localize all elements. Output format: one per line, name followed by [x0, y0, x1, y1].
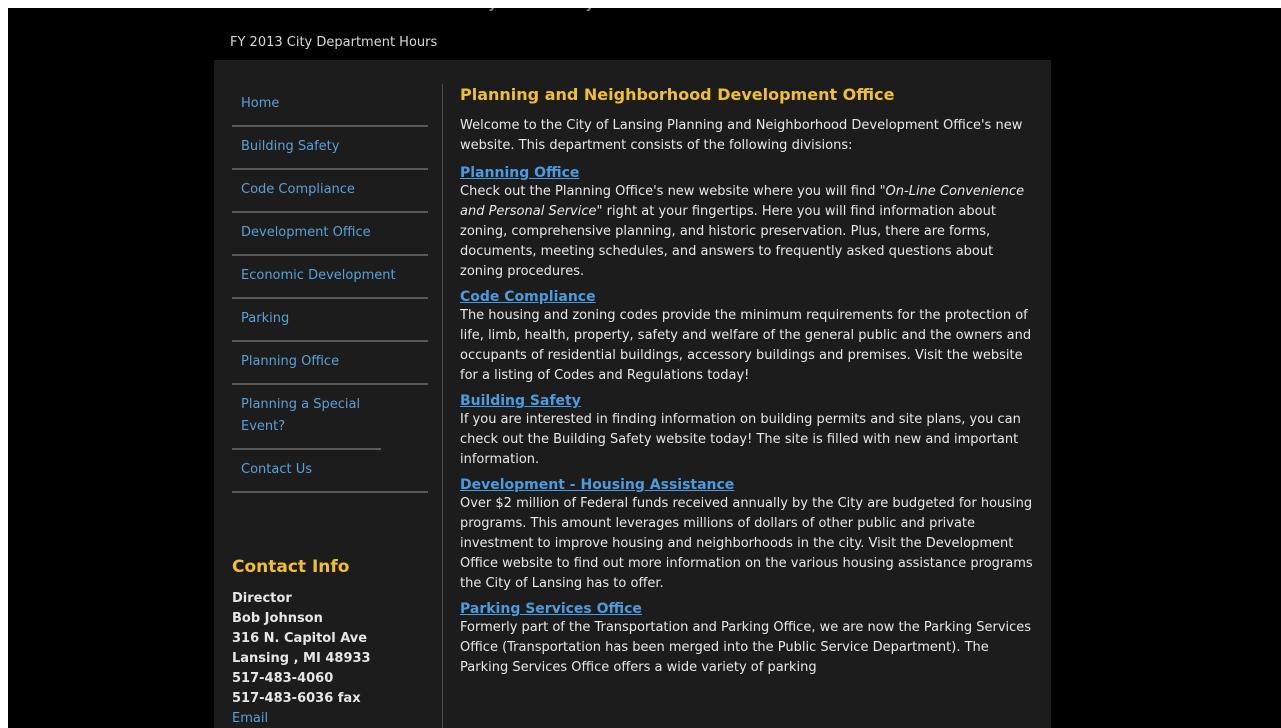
section-body-text: Check out the Planning Office's new webs… — [460, 184, 880, 199]
section-body-parking-services: Formerly part of the Transportation and … — [460, 620, 1032, 675]
contact-heading: Contact Info — [232, 557, 350, 577]
sidebar-item-parking[interactable]: Parking — [232, 299, 428, 342]
sidebar-item-planning-office[interactable]: Planning Office — [232, 342, 428, 385]
topnav-visit[interactable]: Visit — [643, 8, 723, 17]
section-link-planning-office[interactable]: Planning Office — [460, 164, 1035, 182]
topnav-live[interactable]: Live — [310, 8, 375, 17]
section-link-parking-services[interactable]: Parking Services Office — [460, 600, 1035, 618]
contact-phone: 517-483-4060 — [232, 671, 334, 686]
section-body-code-compliance: The housing and zoning codes provide the… — [460, 308, 1032, 383]
section-link-development-housing[interactable]: Development - Housing Assistance — [460, 476, 1035, 494]
browser-viewport: Home Live Work City Hall Play Visit Inve… — [8, 8, 1281, 728]
sidebar-item-development-office[interactable]: Development Office — [232, 213, 428, 256]
page-title: Planning and Neighborhood Development Of… — [460, 85, 895, 104]
section-link-code-compliance[interactable]: Code Compliance — [460, 288, 1035, 306]
topnav-city-hall[interactable]: City Hall — [468, 8, 563, 17]
topnav-work[interactable]: Work — [375, 8, 468, 17]
column-divider — [442, 84, 443, 728]
sidebar-item-economic-development[interactable]: Economic Development — [232, 256, 428, 299]
contact-title: Director — [232, 591, 292, 606]
top-navigation: Home Live Work City Hall Play Visit Inve… — [230, 8, 857, 17]
contact-address-line1: 316 N. Capitol Ave — [232, 631, 368, 646]
main-content: Planning and Neighborhood Development Of… — [460, 84, 1035, 684]
sidebar-item-home[interactable]: Home — [232, 84, 428, 127]
sidebar-item-contact-us[interactable]: Contact Us — [232, 450, 428, 493]
contact-address-line2: Lansing , MI 48933 — [232, 651, 371, 666]
topnav-news[interactable]: News — [797, 8, 857, 17]
topnav-play[interactable]: Play — [563, 8, 643, 17]
content-panel: Home Building Safety Code Compliance Dev… — [214, 60, 1051, 728]
section-body-building-safety: If you are interested in finding informa… — [460, 412, 1021, 467]
topnav-home[interactable]: Home — [230, 8, 310, 17]
section-link-building-safety[interactable]: Building Safety — [460, 392, 1035, 410]
contact-email-link[interactable]: Email — [232, 709, 428, 728]
contact-info: Contact Info Director Bob Johnson 316 N.… — [232, 557, 428, 728]
section-body-planning-office: Check out the Planning Office's new webs… — [460, 182, 1035, 282]
contact-name: Bob Johnson — [232, 611, 323, 626]
contact-fax: 517-483-6036 fax — [232, 691, 361, 706]
topnav-invest[interactable]: Invest — [723, 8, 797, 17]
intro-text: Welcome to the City of Lansing Planning … — [460, 118, 1023, 153]
breadcrumb[interactable]: FY 2013 City Department Hours — [230, 35, 437, 50]
sidebar-item-code-compliance[interactable]: Code Compliance — [232, 170, 428, 213]
sidebar-item-building-safety[interactable]: Building Safety — [232, 127, 428, 170]
sidebar-nav: Home Building Safety Code Compliance Dev… — [232, 84, 428, 493]
section-body-development-housing: Over $2 million of Federal funds receive… — [460, 496, 1033, 591]
sidebar-item-planning-special-event[interactable]: Planning a Special Event? — [232, 385, 381, 450]
